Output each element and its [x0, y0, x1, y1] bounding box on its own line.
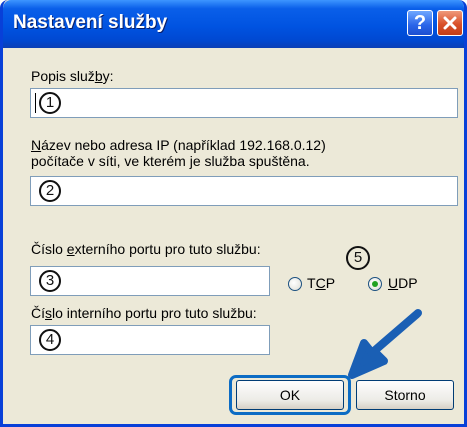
- callout-marker-3: 3: [39, 270, 61, 292]
- external-port-label-part: xterního portu pro tuto službu:: [74, 241, 261, 257]
- internal-port-label-part: Čí: [31, 305, 45, 321]
- service-settings-dialog: Nastavení služby ? Popis služby: 1 Název…: [0, 0, 467, 427]
- internal-port-label-part: lo interního portu pro tuto službu:: [52, 305, 257, 321]
- tcp-label[interactable]: TCP: [307, 275, 335, 291]
- external-port-label-accesskey: e: [66, 241, 75, 257]
- external-port-label: Číslo externího portu pro tuto službu:: [31, 241, 261, 257]
- ok-button[interactable]: OK: [236, 380, 344, 410]
- close-button[interactable]: [437, 10, 463, 36]
- udp-radio[interactable]: [368, 277, 382, 291]
- help-button[interactable]: ?: [407, 10, 433, 36]
- description-label-part: y:: [102, 68, 114, 84]
- tcp-label-part: P: [325, 275, 336, 291]
- tcp-radio[interactable]: [288, 277, 302, 291]
- internal-port-label-accesskey: s: [45, 305, 52, 321]
- tcp-label-part: T: [307, 275, 316, 291]
- internal-port-label: Číslo interního portu pro tuto službu:: [31, 305, 257, 321]
- description-label-accesskey: b: [94, 68, 103, 84]
- internal-port-input[interactable]: 4: [30, 325, 270, 355]
- text-cursor: [35, 93, 36, 113]
- host-label-accesskey: N: [31, 137, 42, 153]
- description-input[interactable]: 1: [30, 88, 458, 118]
- host-label-part: ázev nebo adresa IP (například 192.168.0…: [41, 137, 326, 153]
- description-label: Popis služby:: [31, 68, 114, 84]
- udp-label-part: DP: [398, 275, 418, 291]
- callout-marker-4: 4: [39, 329, 61, 351]
- udp-label-accesskey: U: [388, 275, 399, 291]
- title-bar[interactable]: Nastavení služby ?: [3, 0, 464, 48]
- external-port-label-part: Číslo: [31, 241, 67, 257]
- close-icon: [443, 16, 457, 30]
- tcp-label-accesskey: C: [315, 275, 326, 291]
- host-address-input[interactable]: 2: [30, 176, 458, 206]
- host-label-line1: Název nebo adresa IP (například 192.168.…: [31, 137, 326, 153]
- external-port-input[interactable]: 3: [30, 266, 270, 296]
- description-label-part: Popis služ: [31, 68, 95, 84]
- callout-marker-1: 1: [39, 92, 61, 114]
- udp-label[interactable]: UDP: [388, 275, 418, 291]
- callout-marker-5: 5: [346, 246, 370, 270]
- host-label-line2: počítače v síti, ve kterém je služba spu…: [31, 153, 310, 169]
- dialog-title: Nastavení služby: [13, 12, 168, 33]
- cancel-button[interactable]: Storno: [356, 380, 454, 410]
- radio-selected-dot: [372, 281, 378, 287]
- arrow-pointer-icon: [348, 309, 422, 379]
- callout-marker-2: 2: [39, 180, 61, 202]
